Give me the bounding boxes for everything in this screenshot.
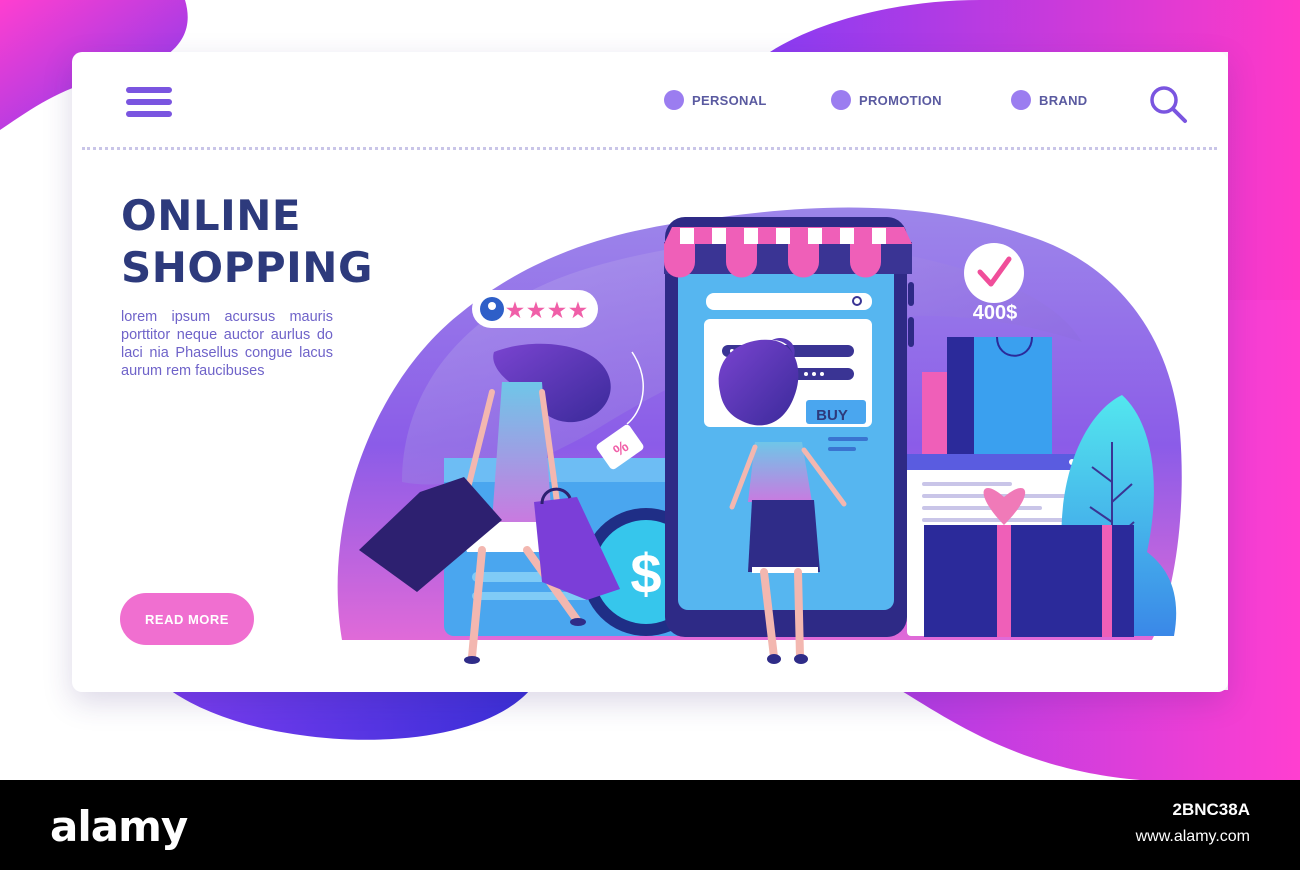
shop-awning: [664, 227, 912, 278]
nav-dot-icon: [831, 90, 851, 110]
svg-text:★: ★: [506, 300, 524, 322]
check-badge: [964, 243, 1024, 303]
nav-item-personal[interactable]: PERSONAL: [664, 90, 767, 110]
header-divider: [82, 147, 1217, 150]
svg-text:★: ★: [527, 300, 545, 322]
search-icon[interactable]: [1148, 84, 1188, 124]
hero-description: lorem ipsum acursus mauris porttitor neq…: [121, 309, 333, 379]
read-more-button[interactable]: READ MORE: [120, 593, 254, 645]
nav-item-label: PROMOTION: [859, 92, 942, 108]
svg-text:★: ★: [548, 300, 566, 322]
rating-badge: ★ ★ ★ ★: [472, 290, 598, 328]
nav-item-label: BRAND: [1039, 92, 1088, 108]
page-title: ONLINE SHOPPING: [121, 190, 373, 294]
watermark-url: www.alamy.com: [1135, 828, 1250, 845]
landing-card: $ BUY ★ ★ ★ ★ % 400$ PERSONAL PROMOTION …: [72, 52, 1228, 692]
svg-text:★: ★: [569, 300, 587, 322]
nav-item-promotion[interactable]: PROMOTION: [831, 90, 942, 110]
nav-item-brand[interactable]: BRAND: [1011, 90, 1087, 110]
nav-dot-icon: [1011, 90, 1031, 110]
title-line-1: ONLINE: [121, 191, 302, 240]
nav-item-label: PERSONAL: [692, 92, 767, 108]
watermark-footer: alamy 2BNC38A www.alamy.com: [0, 780, 1300, 870]
price-label: 400$: [973, 302, 1018, 324]
watermark-brand: alamy: [50, 802, 188, 851]
title-line-2: SHOPPING: [121, 243, 373, 292]
phone-buy-button: BUY: [816, 407, 848, 424]
hamburger-menu-icon[interactable]: [126, 87, 172, 119]
watermark-image-id: 2BNC38A: [1172, 800, 1250, 819]
nav-dot-icon: [664, 90, 684, 110]
coin-dollar-label: $: [630, 542, 661, 605]
